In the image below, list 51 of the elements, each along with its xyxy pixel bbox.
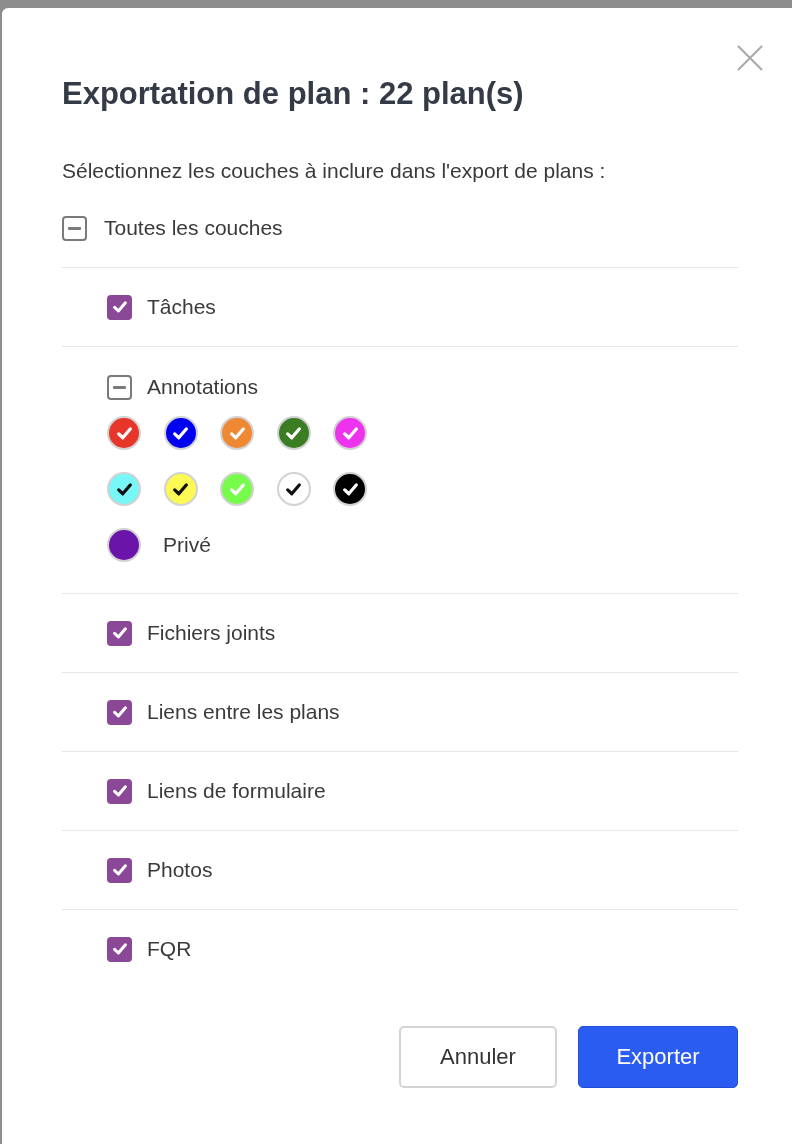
checkmark-icon xyxy=(342,426,358,440)
layer-label: FQR xyxy=(147,936,192,962)
checkmark-icon xyxy=(229,482,245,496)
minus-icon xyxy=(113,385,126,389)
checkmark-icon xyxy=(173,482,188,496)
color-checkbox[interactable] xyxy=(163,472,198,506)
color-checkbox[interactable] xyxy=(163,416,198,450)
checkmark-icon xyxy=(112,864,127,876)
checkmark-icon xyxy=(173,426,188,440)
checkmark-icon xyxy=(112,301,127,313)
checkmark-icon xyxy=(229,426,245,440)
color-checkbox[interactable] xyxy=(107,472,141,506)
checkmark-icon xyxy=(116,482,132,496)
checkmark-icon xyxy=(342,482,358,496)
layer-label: Liens de formulaire xyxy=(147,778,326,804)
color-checkbox[interactable] xyxy=(220,472,254,506)
checkmark-icon xyxy=(112,706,127,718)
checkmark-icon xyxy=(116,426,132,440)
layer-checkbox[interactable] xyxy=(107,936,132,962)
layer-label: Photos xyxy=(147,857,213,883)
close-icon xyxy=(737,45,763,71)
color-checkbox[interactable] xyxy=(276,416,311,450)
minus-icon xyxy=(68,226,81,230)
color-checkbox[interactable] xyxy=(107,528,141,562)
color-checkbox[interactable] xyxy=(276,472,311,506)
layer-label: Tâches xyxy=(147,294,216,320)
instruction-text: Sélectionnez les couches à inclure dans l'export de plans : xyxy=(62,158,607,184)
layer-checkbox[interactable] xyxy=(107,778,132,804)
checkmark-icon xyxy=(112,943,127,955)
checkmark-icon xyxy=(112,627,127,639)
layer-label: Liens entre les plans xyxy=(147,699,340,725)
select-all-checkbox[interactable] xyxy=(62,215,87,241)
private-label: Privé xyxy=(163,532,211,558)
color-checkbox[interactable] xyxy=(333,416,367,450)
layer-checkbox[interactable] xyxy=(107,857,132,883)
select-all-label: Toutes les couches xyxy=(104,215,283,241)
layer-label: Annotations xyxy=(147,374,258,400)
cancel-button[interactable]: Annuler xyxy=(399,1026,557,1088)
checkmark-icon xyxy=(112,785,127,797)
color-checkbox[interactable] xyxy=(220,416,254,450)
layer-label: Fichiers joints xyxy=(147,620,276,646)
layer-checkbox[interactable] xyxy=(107,620,132,646)
dialog-title: Exportation de plan : 22 plan(s) xyxy=(62,75,525,113)
checkmark-icon xyxy=(286,426,301,440)
color-checkbox[interactable] xyxy=(107,416,141,450)
layer-checkbox[interactable] xyxy=(107,374,132,400)
layer-checkbox[interactable] xyxy=(107,699,132,725)
checkmark-icon xyxy=(286,482,301,496)
layer-checkbox[interactable] xyxy=(107,294,132,320)
export-button[interactable]: Exporter xyxy=(578,1026,738,1088)
color-checkbox[interactable] xyxy=(333,472,367,506)
